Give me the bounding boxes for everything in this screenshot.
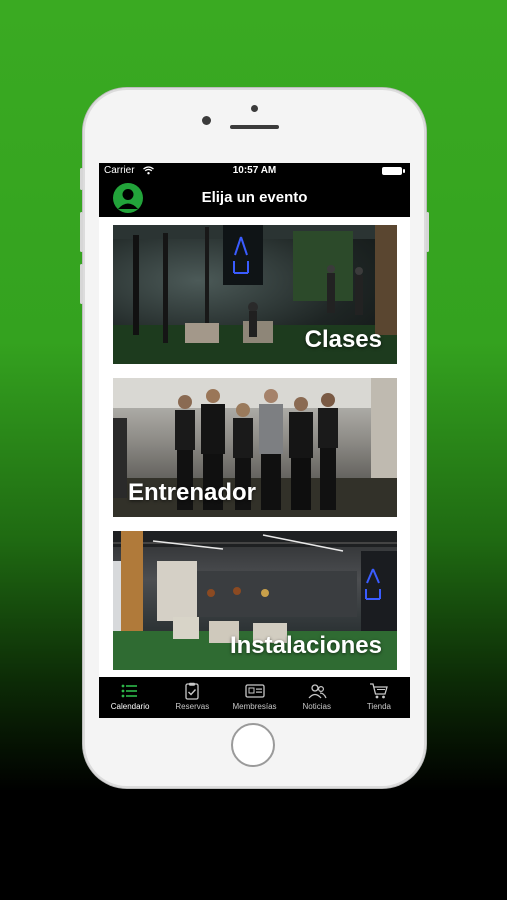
event-list: Clases Entrenador Instalaciones: [99, 217, 410, 677]
status-bar: Carrier 10:57 AM: [99, 163, 410, 179]
list-icon: [121, 684, 138, 698]
tab-membresias[interactable]: Membresías: [223, 677, 285, 718]
id-card-icon: [244, 684, 265, 698]
tab-label: Membresías: [232, 702, 277, 711]
event-card-entrenador[interactable]: Entrenador: [113, 378, 397, 517]
people-icon: [308, 684, 327, 699]
battery-icon: [382, 167, 405, 175]
tab-reservas[interactable]: Reservas: [161, 677, 223, 718]
volume-down-button: [80, 264, 83, 304]
clipboard-check-icon: [185, 682, 199, 700]
event-card-instalaciones[interactable]: Instalaciones: [113, 531, 397, 670]
home-button[interactable]: [231, 723, 275, 767]
mute-switch: [80, 168, 83, 190]
front-camera: [202, 116, 211, 125]
tab-label: Calendario: [110, 702, 150, 711]
event-card-label: Instalaciones: [229, 632, 382, 659]
tab-calendario[interactable]: Calendario: [99, 677, 161, 718]
tab-label: Reservas: [175, 702, 210, 711]
app-header: Elija un evento: [99, 179, 410, 217]
event-card-label: Entrenador: [128, 479, 257, 506]
bottom-tab-bar: Calendario Reservas Membresías Noticias …: [99, 677, 410, 718]
power-button: [426, 212, 429, 252]
tab-noticias[interactable]: Noticias: [286, 677, 348, 718]
app-screen: Carrier 10:57 AM Elija un evento Clases …: [99, 163, 410, 718]
cart-icon: [369, 683, 388, 699]
tab-label: Tienda: [366, 702, 391, 711]
page-title: Elija un evento: [201, 189, 308, 206]
event-card-clases[interactable]: Clases: [113, 225, 397, 364]
event-card-label: Clases: [304, 326, 382, 353]
tab-tienda[interactable]: Tienda: [348, 677, 410, 718]
earpiece-speaker: [230, 125, 279, 129]
volume-up-button: [80, 212, 83, 252]
front-sensor: [251, 105, 258, 112]
clock: 10:57 AM: [232, 165, 277, 176]
phone-frame: Carrier 10:57 AM Elija un evento Clases …: [80, 88, 429, 788]
tab-label: Noticias: [302, 702, 331, 711]
